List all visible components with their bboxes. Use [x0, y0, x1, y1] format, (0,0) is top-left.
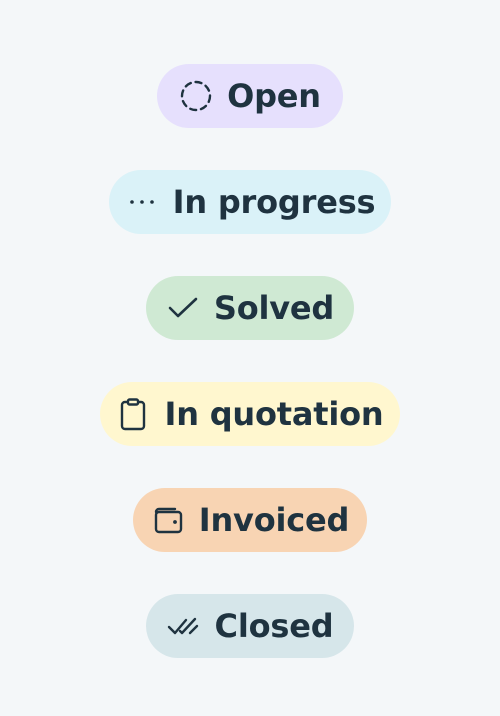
dashed-circle-icon: [179, 79, 213, 113]
status-badge-closed[interactable]: Closed: [146, 594, 354, 658]
status-badge-invoiced[interactable]: Invoiced: [133, 488, 367, 552]
check-icon: [166, 291, 200, 325]
wallet-icon: [151, 503, 185, 537]
dots-icon: [125, 185, 159, 219]
status-badge-solved[interactable]: Solved: [146, 276, 354, 340]
status-badge-open[interactable]: Open: [157, 64, 343, 128]
status-badge-in-progress[interactable]: In progress: [109, 170, 391, 234]
status-label: In quotation: [164, 395, 384, 433]
status-label: In progress: [172, 183, 376, 221]
clipboard-icon: [116, 397, 150, 431]
double-check-icon: [167, 609, 201, 643]
status-label: Open: [227, 77, 321, 115]
status-label: Solved: [213, 289, 335, 327]
status-label: Invoiced: [198, 501, 350, 539]
status-label: Closed: [214, 607, 334, 645]
status-badge-in-quotation[interactable]: In quotation: [100, 382, 400, 446]
